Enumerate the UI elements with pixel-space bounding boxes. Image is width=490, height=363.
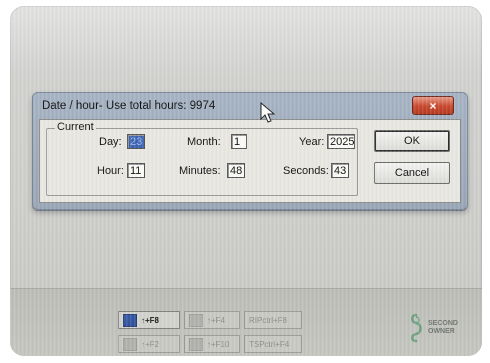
- dialog-title: Date / hour- Use total hours: 9974: [42, 100, 216, 112]
- year-field[interactable]: 2025: [327, 134, 355, 149]
- flag-icon: [123, 313, 137, 327]
- month-field[interactable]: 1: [231, 134, 247, 149]
- toolbar-button-tsp[interactable]: TSPctrl+F4: [244, 335, 302, 353]
- toolbar-button-label: ↑+F2: [141, 339, 160, 349]
- watermark-text: SECOND OWNER: [428, 320, 458, 335]
- toolbar-button-label: TSPctrl+F4: [249, 339, 290, 349]
- year-label: Year:: [299, 136, 325, 148]
- photo-frame: Date / hour- Use total hours: 9974 × Cur…: [10, 6, 482, 356]
- screen-glare: [10, 6, 482, 76]
- day-label: Day:: [99, 136, 122, 148]
- toolbar-button-shift-f2[interactable]: ↑+F2: [118, 335, 180, 353]
- close-icon: ×: [429, 98, 437, 113]
- date-hour-dialog: Date / hour- Use total hours: 9974 × Cur…: [32, 92, 468, 210]
- month-label: Month:: [187, 136, 221, 148]
- tool-icon: [123, 337, 137, 351]
- close-button[interactable]: ×: [412, 96, 454, 115]
- title-bar[interactable]: Date / hour- Use total hours: 9974 ×: [38, 96, 462, 118]
- toolbar-button-shift-f4[interactable]: ↑+F4: [184, 311, 240, 329]
- group-label: Current: [55, 121, 96, 133]
- tool-icon: [189, 313, 203, 327]
- toolbar-button-label: ↑+F8: [141, 315, 160, 325]
- mouse-pointer-icon: [260, 102, 276, 123]
- seconds-field[interactable]: 43: [331, 163, 349, 178]
- minutes-label: Minutes:: [179, 165, 221, 177]
- tool-icon: [189, 337, 203, 351]
- day-field[interactable]: 23: [127, 134, 145, 149]
- dialog-client-area: Current Day: 23 Month: 1 Year: 2025 Hour…: [39, 119, 461, 203]
- hour-field[interactable]: 11: [127, 163, 145, 178]
- hour-label: Hour:: [97, 165, 124, 177]
- toolbar-button-label: RIPctrl+F8: [249, 315, 288, 325]
- toolbar-button-label: ↑+F10: [207, 339, 230, 349]
- toolbar-button-rip[interactable]: RIPctrl+F8: [244, 311, 302, 329]
- toolbar-button-shift-f10[interactable]: ↑+F10: [184, 335, 240, 353]
- toolbar-button-label: ↑+F4: [207, 315, 226, 325]
- second-owner-logo-icon: [410, 313, 422, 343]
- ok-button[interactable]: OK: [374, 130, 450, 152]
- current-groupbox: Current Day: 23 Month: 1 Year: 2025 Hour…: [46, 121, 358, 196]
- seconds-label: Seconds:: [283, 165, 329, 177]
- second-owner-watermark: SECOND OWNER: [408, 310, 472, 346]
- toolbar-button-shift-f8[interactable]: ↑+F8: [118, 311, 180, 329]
- minutes-field[interactable]: 48: [227, 163, 245, 178]
- cancel-button[interactable]: Cancel: [374, 162, 450, 184]
